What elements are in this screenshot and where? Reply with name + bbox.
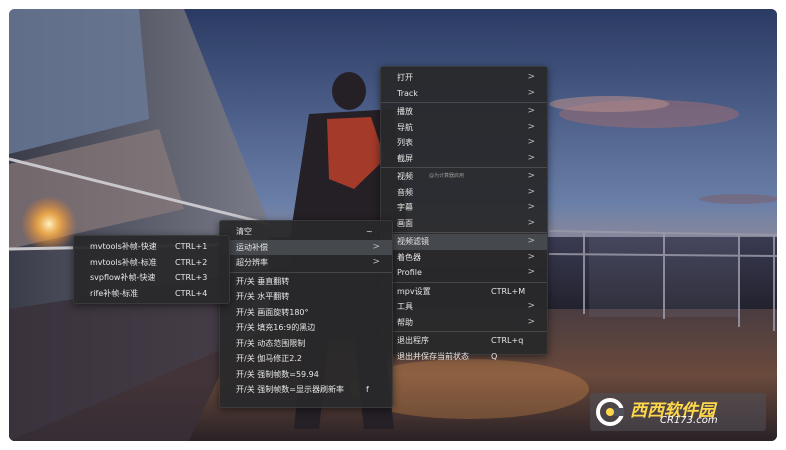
chevron-right-icon: > — [527, 301, 535, 311]
chevron-right-icon: > — [527, 171, 535, 181]
menu-item-subtitles[interactable]: 字幕 > — [381, 200, 547, 216]
menu-item-audio[interactable]: 音频 > — [381, 185, 547, 201]
chevron-right-icon: > — [372, 241, 380, 252]
menu-item-video[interactable]: 视频 @为计算器启用 > — [381, 169, 547, 185]
chevron-right-icon: > — [527, 316, 535, 327]
menu-item-screenshot[interactable]: 截屏 > — [381, 151, 547, 167]
chevron-right-icon: > — [527, 152, 535, 163]
menu-item-force-fps-5994[interactable]: 开/关 强制帧数=59.94 — [220, 367, 392, 383]
menu-item-quit[interactable]: 退出程序 CTRL+q — [381, 333, 547, 349]
menu-item-shaders[interactable]: 着色器 > — [381, 250, 547, 266]
menu-shortcut: CTRL+4 — [175, 288, 208, 298]
menu-item-playlist[interactable]: 列表 > — [381, 135, 547, 151]
menu-item-mpv-settings[interactable]: mpv设置 CTRL+M — [381, 284, 547, 300]
menu-item-mvtools-fast[interactable]: mvtools补帧-快速 CTRL+1 — [74, 239, 229, 255]
menu-item-clear[interactable]: 清空 ~ — [220, 224, 392, 240]
chevron-right-icon: > — [527, 202, 535, 212]
menu-shortcut: f — [366, 385, 369, 394]
video-filter-submenu: 清空 ~ 运动补偿 > 超分辨率 > 开/关 垂直翻转 开/关 水平翻转 开/关 画面… — [219, 220, 393, 408]
site-logo-icon — [596, 398, 624, 426]
menu-shortcut: ~ — [366, 227, 373, 236]
site-watermark: 西西软件园 CR173.com — [590, 393, 766, 431]
menu-item-navigation[interactable]: 导航 > — [381, 120, 547, 136]
chevron-right-icon: > — [527, 267, 535, 277]
menu-shortcut: CTRL+1 — [175, 242, 208, 251]
menu-item-dynamic-range[interactable]: 开/关 动态范围限制 — [220, 336, 392, 352]
menu-item-playback[interactable]: 播放 > — [381, 104, 547, 120]
chevron-right-icon: > — [527, 72, 535, 82]
menu-shortcut: Q — [491, 351, 498, 361]
chevron-right-icon: > — [372, 257, 380, 267]
menu-item-open[interactable]: 打开 > — [381, 70, 547, 86]
menu-separator — [381, 281, 547, 283]
chevron-right-icon: > — [527, 217, 535, 228]
menu-item-vflip[interactable]: 开/关 垂直翻转 — [220, 274, 392, 290]
menu-item-picture[interactable]: 画面 > — [381, 216, 547, 232]
menu-shortcut: CTRL+2 — [175, 257, 208, 267]
chevron-right-icon: > — [527, 121, 535, 132]
menu-item-super-resolution[interactable]: 超分辨率 > — [220, 255, 392, 271]
menu-item-video-filters[interactable]: 视频滤镜 > — [381, 234, 547, 250]
menu-item-tools[interactable]: 工具 > — [381, 299, 547, 315]
video-player-window: 打开 > Track > 播放 > 导航 > 列表 > 截屏 > 视频 @为计算器启用 > 音频… — [9, 9, 777, 441]
menu-item-force-fps-display[interactable]: 开/关 强制帧数=显示器刷新率 f — [220, 382, 392, 398]
menu-shortcut: CTRL+3 — [175, 273, 208, 282]
menu-item-pad-16-9[interactable]: 开/关 填充16:9的黑边 — [220, 320, 392, 336]
menu-separator — [381, 102, 547, 103]
menu-item-hint: @为计算器启用 — [429, 173, 465, 179]
main-context-menu: 打开 > Track > 播放 > 导航 > 列表 > 截屏 > 视频 @为计算器启用 > 音频… — [380, 66, 548, 361]
chevron-right-icon: > — [527, 186, 535, 197]
menu-item-mvtools-standard[interactable]: mvtools补帧-标准 CTRL+2 — [74, 255, 229, 271]
menu-separator — [381, 167, 547, 168]
menu-item-track[interactable]: Track > — [381, 86, 547, 102]
menu-item-rife-standard[interactable]: rife补帧-标准 CTRL+4 — [74, 286, 229, 302]
chevron-right-icon: > — [527, 137, 535, 147]
chevron-right-icon: > — [527, 106, 535, 116]
menu-item-rotate-180[interactable]: 开/关 画面旋转180° — [220, 305, 392, 321]
motion-compensation-submenu: mvtools补帧-快速 CTRL+1 mvtools补帧-标准 CTRL+2 sv… — [73, 235, 230, 304]
menu-shortcut: CTRL+M — [491, 286, 526, 296]
menu-shortcut: CTRL+q — [491, 336, 524, 345]
menu-item-quit-save-state[interactable]: 退出并保存当前状态 Q — [381, 349, 547, 365]
menu-item-hflip[interactable]: 开/关 水平翻转 — [220, 289, 392, 305]
menu-separator — [381, 331, 547, 332]
menu-item-gamma-22[interactable]: 开/关 伽马修正2.2 — [220, 351, 392, 367]
menu-separator — [381, 232, 547, 233]
menu-item-svpflow-fast[interactable]: svpflow补帧-快速 CTRL+3 — [74, 270, 229, 286]
menu-item-profile[interactable]: Profile > — [381, 265, 547, 281]
chevron-right-icon: > — [527, 236, 535, 246]
menu-item-help[interactable]: 帮助 > — [381, 315, 547, 331]
chevron-right-icon: > — [527, 87, 535, 98]
watermark-url: CR173.com — [660, 415, 718, 426]
menu-item-motion-compensation[interactable]: 运动补偿 > — [220, 239, 392, 255]
chevron-right-icon: > — [527, 251, 535, 262]
menu-separator — [220, 271, 392, 273]
